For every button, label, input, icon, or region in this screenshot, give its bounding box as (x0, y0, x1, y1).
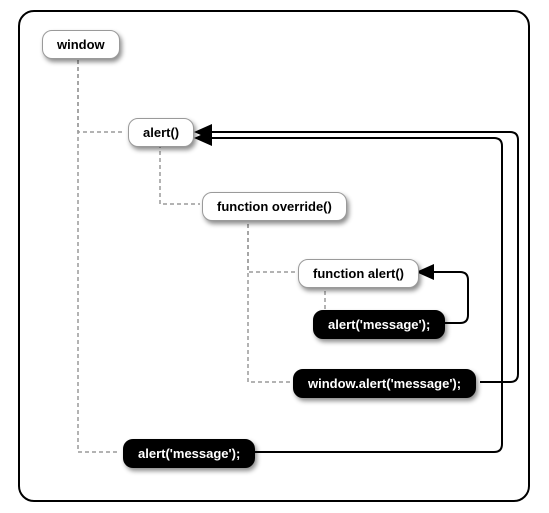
edge-call-windowalert-to-alert (196, 132, 518, 382)
node-alert: alert() (128, 118, 194, 147)
edge-scope-window-alert (78, 60, 125, 132)
node-call-inner-alert: alert('message'); (313, 310, 445, 339)
edge-scope-alert-override (160, 144, 200, 204)
edge-scope-window-callglobal (78, 60, 120, 452)
node-window: window (42, 30, 120, 59)
node-function-override: function override() (202, 192, 347, 221)
edge-call-global-to-alert (196, 138, 502, 452)
node-function-alert: function alert() (298, 259, 419, 288)
connector-layer (20, 12, 532, 504)
edge-scope-override-callwindow (248, 217, 290, 382)
node-call-window-alert: window.alert('message'); (293, 369, 476, 398)
diagram-frame: window alert() function override() funct… (18, 10, 530, 502)
edge-scope-override-inneralert (248, 217, 295, 272)
node-call-global-alert: alert('message'); (123, 439, 255, 468)
